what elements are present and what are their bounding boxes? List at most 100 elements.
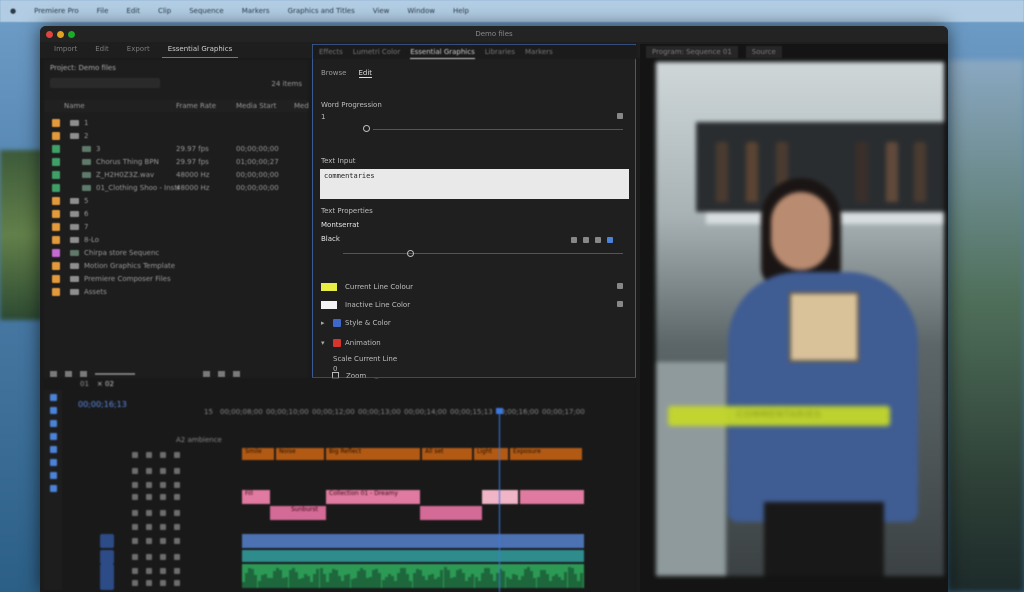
track-toggle-icon[interactable] [160, 568, 166, 574]
adjustment-clip[interactable]: Exposure [510, 448, 582, 460]
text-input-field[interactable]: commentaries [320, 169, 629, 199]
track-toggle-icon[interactable] [146, 452, 152, 458]
track-target-icon[interactable] [100, 534, 114, 548]
subtab-browse[interactable]: Browse [321, 69, 347, 78]
hand-tool-icon[interactable] [49, 472, 57, 479]
adjustment-clip[interactable]: All set [422, 448, 472, 460]
audio-clip-a2[interactable] [242, 564, 584, 588]
justify-icon[interactable] [607, 237, 613, 243]
track-toggle-icon[interactable] [132, 510, 138, 516]
graphic-clip[interactable]: Collection 01 - Dreamy [326, 490, 420, 504]
tab-libraries[interactable]: Libraries [485, 45, 515, 59]
track-toggle-icon[interactable] [146, 568, 152, 574]
project-row[interactable]: 7 [44, 220, 308, 233]
track-toggle-icon[interactable] [146, 524, 152, 530]
tab-source[interactable]: Source [745, 46, 782, 58]
eyedropper-icon[interactable] [617, 283, 623, 289]
track-target-icon[interactable] [100, 550, 114, 564]
project-row[interactable]: 5 [44, 194, 308, 207]
track-toggle-icon[interactable] [174, 538, 180, 544]
style-color-label[interactable]: Style & Color [345, 319, 391, 327]
razor-tool-icon[interactable] [49, 433, 57, 440]
menu-clip[interactable]: Clip [158, 7, 171, 15]
track-toggle-icon[interactable] [146, 494, 152, 500]
track-toggle-icon[interactable] [174, 494, 180, 500]
tab-effects[interactable]: Effects [319, 45, 343, 59]
pen-tool-icon[interactable] [49, 459, 57, 466]
track-toggle-icon[interactable] [174, 524, 180, 530]
project-row[interactable]: 6 [44, 207, 308, 220]
project-row[interactable]: 3 29.97 fps 00;00;00;00 [44, 142, 308, 155]
track-toggle-icon[interactable] [160, 580, 166, 586]
tab-program[interactable]: Program: Sequence 01 [646, 46, 738, 58]
track-toggle-icon[interactable] [146, 510, 152, 516]
align-right-icon[interactable] [595, 237, 601, 243]
font-family-dropdown[interactable]: Montserrat [321, 221, 359, 229]
chevron-right-icon[interactable]: ▸ [321, 319, 325, 327]
track-header[interactable] [64, 506, 202, 520]
col-media-start[interactable]: Media Start [236, 102, 276, 110]
project-row[interactable]: Chorus Thing BPN 29.97 fps 01;00;00;27 [44, 155, 308, 168]
track-select-icon[interactable] [49, 407, 57, 414]
label-color-swatch[interactable] [52, 171, 60, 179]
workspace-edit[interactable]: Edit [89, 42, 115, 58]
track-toggle-icon[interactable] [174, 468, 180, 474]
track-toggle-icon[interactable] [160, 494, 166, 500]
track-header[interactable] [64, 534, 202, 548]
menu-edit[interactable]: Edit [126, 7, 140, 15]
current-line-color-swatch[interactable] [321, 283, 337, 291]
trash-icon[interactable] [233, 371, 240, 377]
font-size-slider[interactable] [343, 253, 623, 254]
label-color-swatch[interactable] [52, 184, 60, 192]
track-target-icon[interactable] [100, 576, 114, 590]
graphic-clip[interactable] [420, 506, 482, 520]
track-toggle-icon[interactable] [174, 580, 180, 586]
track-toggle-icon[interactable] [146, 538, 152, 544]
menu-app[interactable]: Premiere Pro [34, 7, 79, 15]
project-row[interactable]: Assets [44, 285, 308, 298]
eyedropper-icon-2[interactable] [617, 301, 623, 307]
menu-window[interactable]: Window [407, 7, 435, 15]
label-color-swatch[interactable] [52, 223, 60, 231]
project-search-input[interactable] [50, 78, 160, 88]
track-toggle-icon[interactable] [132, 452, 138, 458]
font-style-dropdown[interactable]: Black [321, 235, 340, 243]
track-header[interactable] [64, 490, 202, 504]
track-toggle-icon[interactable] [146, 554, 152, 560]
track-toggle-icon[interactable] [160, 554, 166, 560]
track-toggle-icon[interactable] [132, 482, 138, 488]
keyframe-icon[interactable] [617, 113, 623, 119]
align-center-icon[interactable] [583, 237, 589, 243]
track-toggle-icon[interactable] [160, 538, 166, 544]
adjustment-clip[interactable]: Light [474, 448, 508, 460]
project-row[interactable]: 2 [44, 129, 308, 142]
track-toggle-icon[interactable] [132, 580, 138, 586]
apple-icon[interactable]: ● [10, 7, 16, 15]
track-toggle-icon[interactable] [160, 524, 166, 530]
project-row[interactable]: Z_H2H0Z3Z.wav 48000 Hz 00;00;00;00 [44, 168, 308, 181]
label-color-swatch[interactable] [52, 288, 60, 296]
track-toggle-icon[interactable] [160, 452, 166, 458]
word-progression-value[interactable]: 1 [321, 113, 325, 121]
animation-label[interactable]: Animation [345, 339, 381, 347]
track-toggle-icon[interactable] [174, 554, 180, 560]
track-toggle-icon[interactable] [174, 510, 180, 516]
tab-essential-graphics[interactable]: Essential Graphics [410, 45, 475, 59]
track-header[interactable] [64, 550, 202, 564]
inactive-line-color-swatch[interactable] [321, 301, 337, 309]
graphic-clip[interactable]: Sunburst [288, 506, 326, 520]
selection-tool-icon[interactable] [49, 394, 57, 401]
track-toggle-icon[interactable] [132, 468, 138, 474]
label-color-swatch[interactable] [52, 145, 60, 153]
col-frame-rate[interactable]: Frame Rate [176, 102, 216, 110]
label-color-swatch[interactable] [52, 249, 60, 257]
new-item-icon[interactable] [218, 371, 225, 377]
word-progression-slider[interactable] [373, 129, 623, 130]
track-toggle-icon[interactable] [160, 482, 166, 488]
track-header[interactable] [64, 576, 202, 590]
menu-sequence[interactable]: Sequence [189, 7, 224, 15]
label-color-swatch[interactable] [52, 275, 60, 283]
track-toggle-icon[interactable] [146, 468, 152, 474]
track-toggle-icon[interactable] [132, 524, 138, 530]
label-color-swatch[interactable] [52, 119, 60, 127]
